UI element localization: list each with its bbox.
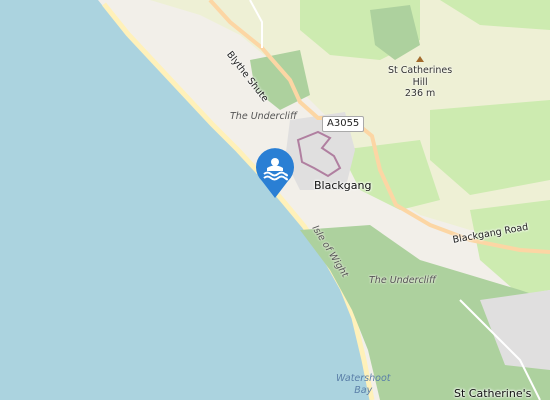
swimming-marker[interactable] <box>254 147 296 203</box>
swimming-icon <box>256 148 294 198</box>
label-watershoot-bay: Watershoot Bay <box>336 374 391 395</box>
peak-triangle-icon <box>416 56 425 62</box>
peak-elevation: 236 m <box>404 88 436 99</box>
road-shield-a3055: A3055 <box>322 116 365 132</box>
label-watershoot: Watershoot <box>336 373 391 384</box>
peak-name-hill: Hill <box>412 76 428 88</box>
peak-st-catherines-hill: St Catherines Hill 236 m <box>388 56 452 99</box>
label-undercliff-south: The Undercliff <box>369 275 436 286</box>
label-st-catherines: St Catherine's <box>454 387 532 400</box>
peak-name: St Catherines <box>388 65 453 76</box>
label-undercliff-north: The Undercliff <box>230 111 297 122</box>
map-canvas[interactable]: Blythe Shute A3055 The Undercliff Blackg… <box>0 0 550 400</box>
label-bay: Bay <box>354 384 373 396</box>
label-blackgang: Blackgang <box>314 179 372 192</box>
